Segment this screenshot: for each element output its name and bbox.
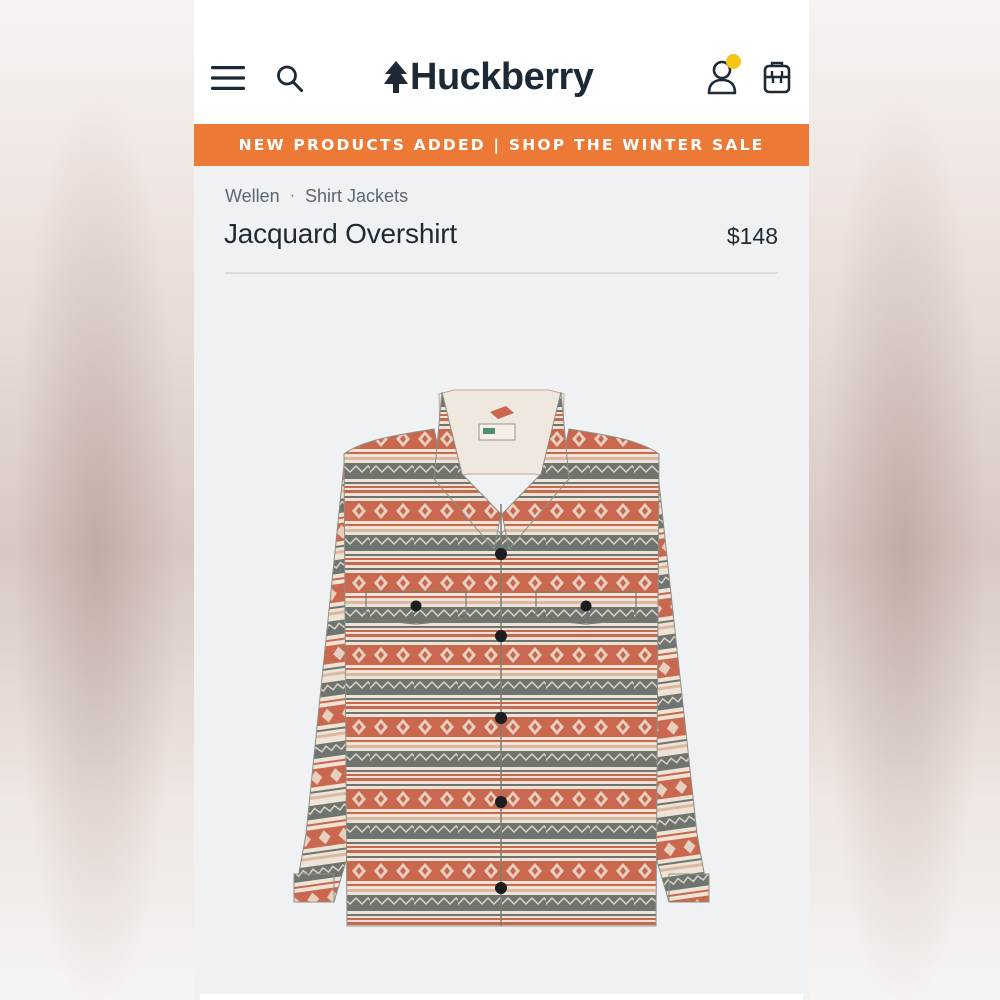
product-price: $148 — [726, 223, 778, 249]
breadcrumb-separator: · — [289, 187, 296, 204]
product-title: Jacquard Overshirt — [224, 218, 457, 249]
breadcrumb: Wellen · Shirt Jackets — [225, 184, 408, 208]
product-image[interactable] — [194, 274, 809, 994]
huckberry-logo[interactable]: Huckberry — [383, 54, 594, 100]
promo-banner-text: NEW PRODUCTS ADDED | SHOP THE WINTER SAL… — [238, 136, 765, 154]
hamburger-menu-icon[interactable] — [211, 65, 245, 91]
right-background-blur — [806, 0, 1000, 1000]
tree-logo-icon — [384, 61, 408, 93]
left-background-blur — [0, 0, 194, 1000]
breadcrumb-category[interactable]: Shirt Jackets — [305, 186, 408, 207]
breadcrumb-brand[interactable]: Wellen — [225, 186, 280, 207]
notification-dot — [726, 54, 741, 69]
bottom-content-edge — [200, 994, 803, 1000]
site-header: Huckberry — [194, 0, 809, 124]
search-icon[interactable] — [276, 64, 304, 94]
backpack-cart-icon[interactable] — [762, 60, 792, 94]
promo-banner[interactable]: NEW PRODUCTS ADDED | SHOP THE WINTER SAL… — [194, 124, 809, 166]
logo-wordmark: Huckberry — [410, 56, 594, 98]
mobile-page: Huckberry NEW PRODUCTS ADDED | SHOP THE … — [194, 0, 809, 1000]
